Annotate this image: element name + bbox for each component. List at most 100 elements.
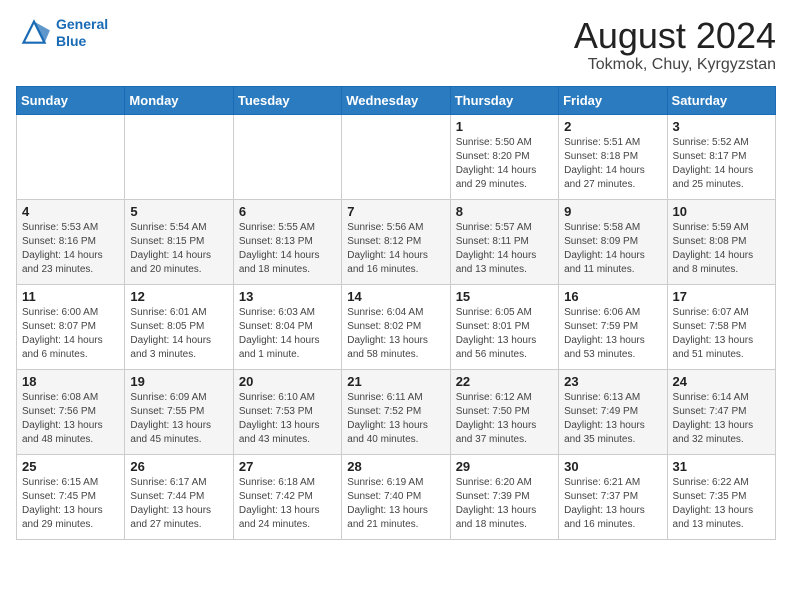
calendar-cell: 2 Sunrise: 5:51 AMSunset: 8:18 PMDaylight…	[559, 114, 667, 199]
weekday-header: Sunday	[17, 86, 125, 114]
day-number: 30	[564, 459, 661, 474]
weekday-header: Monday	[125, 86, 233, 114]
day-info: Sunrise: 6:07 AMSunset: 7:58 PMDaylight:…	[673, 306, 770, 362]
day-number: 26	[130, 459, 227, 474]
day-info: Sunrise: 6:19 AMSunset: 7:40 PMDaylight:…	[347, 476, 444, 532]
day-number: 14	[347, 289, 444, 304]
calendar-cell: 3Sunrise: 5:52 AMSunset: 8:17 PMDaylight…	[667, 114, 775, 199]
weekday-header: Saturday	[667, 86, 775, 114]
location: Tokmok, Chuy, Kyrgyzstan	[574, 56, 776, 74]
day-info: Sunrise: 5:55 AMSunset: 8:13 PMDaylight:…	[239, 221, 336, 277]
calendar-cell: 27Sunrise: 6:18 AMSunset: 7:42 PMDayligh…	[233, 454, 341, 539]
calendar-cell: 30 Sunrise: 6:21 AMSunset: 7:37 PMDayligh…	[559, 454, 667, 539]
week-row: 11 Sunrise: 6:00 AMSunset: 8:07 PMDayligh…	[17, 284, 776, 369]
day-number: 23	[564, 374, 661, 389]
logo-icon	[16, 18, 52, 48]
day-number: 10	[673, 204, 770, 219]
calendar-cell: 16 Sunrise: 6:06 AMSunset: 7:59 PMDayligh…	[559, 284, 667, 369]
week-row: 25Sunrise: 6:15 AMSunset: 7:45 PMDayligh…	[17, 454, 776, 539]
calendar-cell: 18 Sunrise: 6:08 AMSunset: 7:56 PMDayligh…	[17, 369, 125, 454]
calendar-cell: 13 Sunrise: 6:03 AMSunset: 8:04 PMDayligh…	[233, 284, 341, 369]
day-number: 19	[130, 374, 227, 389]
day-info: Sunrise: 5:51 AMSunset: 8:18 PMDaylight:…	[564, 136, 661, 192]
calendar-table: SundayMondayTuesdayWednesdayThursdayFrid…	[16, 86, 776, 540]
day-number: 18	[22, 374, 119, 389]
calendar-cell: 5 Sunrise: 5:54 AMSunset: 8:15 PMDaylight…	[125, 199, 233, 284]
day-info: Sunrise: 6:05 AMSunset: 8:01 PMDaylight:…	[456, 306, 553, 362]
calendar-cell: 6Sunrise: 5:55 AMSunset: 8:13 PMDaylight…	[233, 199, 341, 284]
day-number: 28	[347, 459, 444, 474]
day-info: Sunrise: 5:56 AMSunset: 8:12 PMDaylight:…	[347, 221, 444, 277]
day-info: Sunrise: 6:00 AMSunset: 8:07 PMDaylight:…	[22, 306, 119, 362]
day-number: 15	[456, 289, 553, 304]
calendar-cell	[233, 114, 341, 199]
day-info: Sunrise: 5:59 AMSunset: 8:08 PMDaylight:…	[673, 221, 770, 277]
calendar-cell: 7 Sunrise: 5:56 AMSunset: 8:12 PMDaylight…	[342, 199, 450, 284]
day-info: Sunrise: 5:54 AMSunset: 8:15 PMDaylight:…	[130, 221, 227, 277]
calendar-cell: 23 Sunrise: 6:13 AMSunset: 7:49 PMDayligh…	[559, 369, 667, 454]
week-row: 1 Sunrise: 5:50 AMSunset: 8:20 PMDaylight…	[17, 114, 776, 199]
day-info: Sunrise: 6:08 AMSunset: 7:56 PMDaylight:…	[22, 391, 119, 447]
day-info: Sunrise: 6:13 AMSunset: 7:49 PMDaylight:…	[564, 391, 661, 447]
logo-text: General Blue	[56, 16, 108, 50]
day-info: Sunrise: 5:52 AMSunset: 8:17 PMDaylight:…	[673, 136, 770, 192]
calendar-cell: 31 Sunrise: 6:22 AMSunset: 7:35 PMDayligh…	[667, 454, 775, 539]
day-info: Sunrise: 6:03 AMSunset: 8:04 PMDaylight:…	[239, 306, 336, 362]
day-info: Sunrise: 6:12 AMSunset: 7:50 PMDaylight:…	[456, 391, 553, 447]
day-info: Sunrise: 5:50 AMSunset: 8:20 PMDaylight:…	[456, 136, 553, 192]
day-number: 24	[673, 374, 770, 389]
day-info: Sunrise: 6:04 AMSunset: 8:02 PMDaylight:…	[347, 306, 444, 362]
day-number: 16	[564, 289, 661, 304]
calendar-cell: 9 Sunrise: 5:58 AMSunset: 8:09 PMDaylight…	[559, 199, 667, 284]
calendar-cell: 29 Sunrise: 6:20 AMSunset: 7:39 PMDayligh…	[450, 454, 558, 539]
day-number: 2	[564, 119, 661, 134]
calendar-cell: 22 Sunrise: 6:12 AMSunset: 7:50 PMDayligh…	[450, 369, 558, 454]
page-header: General Blue August 2024 Tokmok, Chuy, K…	[16, 16, 776, 74]
day-number: 5	[130, 204, 227, 219]
day-info: Sunrise: 6:11 AMSunset: 7:52 PMDaylight:…	[347, 391, 444, 447]
day-number: 4	[22, 204, 119, 219]
weekday-header: Friday	[559, 86, 667, 114]
day-number: 9	[564, 204, 661, 219]
logo: General Blue	[16, 16, 108, 50]
calendar-cell	[125, 114, 233, 199]
day-info: Sunrise: 6:20 AMSunset: 7:39 PMDaylight:…	[456, 476, 553, 532]
week-row: 4 Sunrise: 5:53 AMSunset: 8:16 PMDaylight…	[17, 199, 776, 284]
calendar-cell: 1 Sunrise: 5:50 AMSunset: 8:20 PMDaylight…	[450, 114, 558, 199]
day-number: 13	[239, 289, 336, 304]
day-info: Sunrise: 6:21 AMSunset: 7:37 PMDaylight:…	[564, 476, 661, 532]
day-info: Sunrise: 6:22 AMSunset: 7:35 PMDaylight:…	[673, 476, 770, 532]
calendar-cell: 28 Sunrise: 6:19 AMSunset: 7:40 PMDayligh…	[342, 454, 450, 539]
calendar-cell: 26Sunrise: 6:17 AMSunset: 7:44 PMDayligh…	[125, 454, 233, 539]
calendar-cell: 8Sunrise: 5:57 AMSunset: 8:11 PMDaylight…	[450, 199, 558, 284]
day-info: Sunrise: 6:10 AMSunset: 7:53 PMDaylight:…	[239, 391, 336, 447]
weekday-header: Wednesday	[342, 86, 450, 114]
calendar-cell: 20Sunrise: 6:10 AMSunset: 7:53 PMDayligh…	[233, 369, 341, 454]
weekday-header: Thursday	[450, 86, 558, 114]
day-number: 11	[22, 289, 119, 304]
weekday-header: Tuesday	[233, 86, 341, 114]
calendar-cell: 15 Sunrise: 6:05 AMSunset: 8:01 PMDayligh…	[450, 284, 558, 369]
day-info: Sunrise: 5:58 AMSunset: 8:09 PMDaylight:…	[564, 221, 661, 277]
weekday-header-row: SundayMondayTuesdayWednesdayThursdayFrid…	[17, 86, 776, 114]
day-info: Sunrise: 6:15 AMSunset: 7:45 PMDaylight:…	[22, 476, 119, 532]
day-info: Sunrise: 6:06 AMSunset: 7:59 PMDaylight:…	[564, 306, 661, 362]
day-number: 7	[347, 204, 444, 219]
calendar-cell: 11 Sunrise: 6:00 AMSunset: 8:07 PMDayligh…	[17, 284, 125, 369]
calendar-cell: 19Sunrise: 6:09 AMSunset: 7:55 PMDayligh…	[125, 369, 233, 454]
day-info: Sunrise: 5:53 AMSunset: 8:16 PMDaylight:…	[22, 221, 119, 277]
calendar-cell: 10 Sunrise: 5:59 AMSunset: 8:08 PMDayligh…	[667, 199, 775, 284]
day-number: 21	[347, 374, 444, 389]
calendar-cell: 14 Sunrise: 6:04 AMSunset: 8:02 PMDayligh…	[342, 284, 450, 369]
day-number: 17	[673, 289, 770, 304]
day-number: 22	[456, 374, 553, 389]
calendar-cell	[17, 114, 125, 199]
day-number: 29	[456, 459, 553, 474]
day-info: Sunrise: 6:01 AMSunset: 8:05 PMDaylight:…	[130, 306, 227, 362]
day-info: Sunrise: 5:57 AMSunset: 8:11 PMDaylight:…	[456, 221, 553, 277]
calendar-cell: 4 Sunrise: 5:53 AMSunset: 8:16 PMDaylight…	[17, 199, 125, 284]
calendar-cell: 25Sunrise: 6:15 AMSunset: 7:45 PMDayligh…	[17, 454, 125, 539]
day-number: 31	[673, 459, 770, 474]
day-number: 1	[456, 119, 553, 134]
title-block: August 2024 Tokmok, Chuy, Kyrgyzstan	[574, 16, 776, 74]
